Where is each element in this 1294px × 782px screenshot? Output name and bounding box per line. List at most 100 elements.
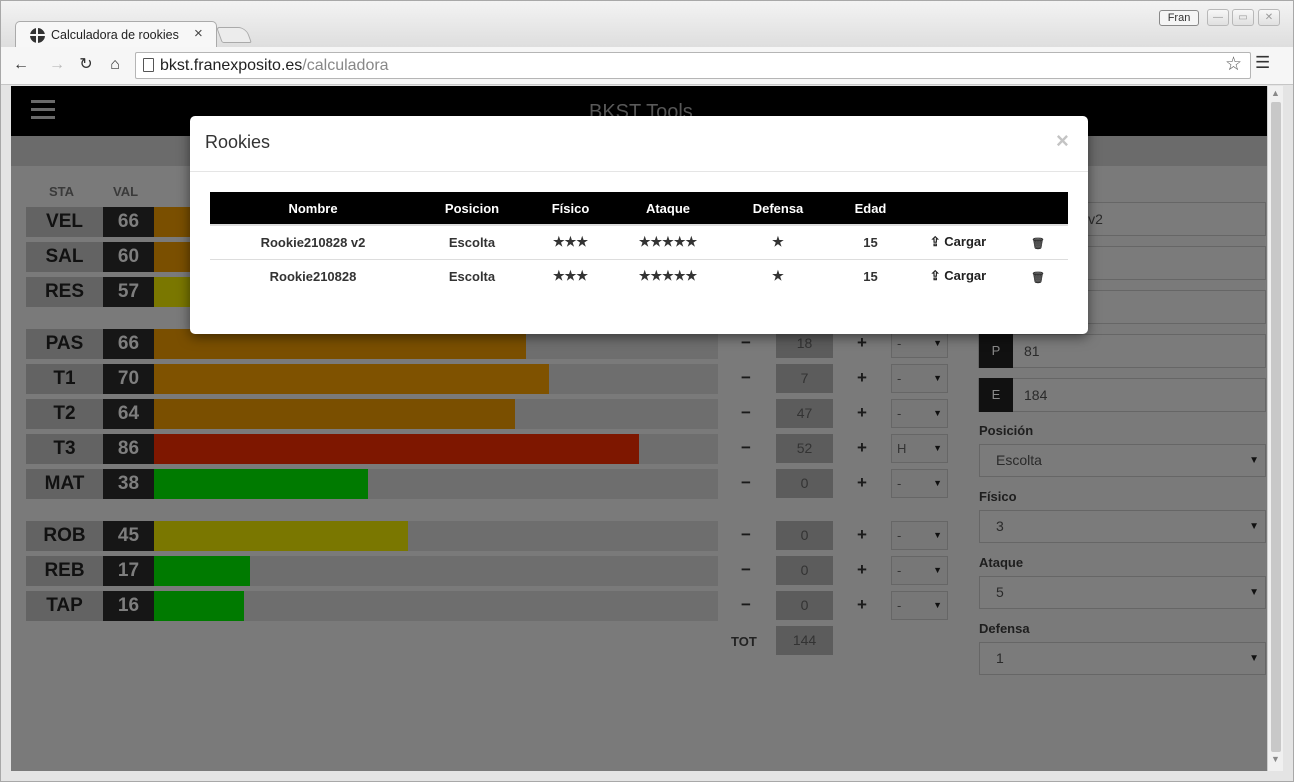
- stat-value: 70: [103, 364, 154, 394]
- plus-button[interactable]: +: [852, 438, 872, 458]
- plus-button[interactable]: +: [852, 595, 872, 615]
- bookmark-star-icon[interactable]: ☆: [1225, 53, 1242, 76]
- tab-close-button[interactable]: ×: [194, 25, 203, 42]
- modifier-select[interactable]: - ▼: [891, 399, 948, 428]
- caret-down-icon: ▼: [933, 408, 942, 418]
- upload-icon: ⇪: [929, 268, 945, 284]
- ataque-select[interactable]: 5 ▼: [979, 576, 1266, 609]
- plus-button[interactable]: +: [852, 368, 872, 388]
- plus-button[interactable]: +: [852, 333, 872, 353]
- stat-value: 86: [103, 434, 154, 464]
- points-value: 47: [776, 399, 833, 428]
- stat-value: 17: [103, 556, 154, 586]
- scroll-thumb[interactable]: [1271, 102, 1281, 752]
- fisico-label: Físico: [979, 489, 1017, 504]
- rookie-edad: 15: [833, 258, 908, 293]
- stat-bar: [154, 399, 718, 429]
- profile-button[interactable]: Fran: [1159, 10, 1199, 26]
- stat-bar-fill: [154, 469, 368, 499]
- posicion-label: Posición: [979, 423, 1034, 438]
- fisico-select[interactable]: 3 ▼: [979, 510, 1266, 543]
- plus-button[interactable]: +: [852, 560, 872, 580]
- rookie-edad: 15: [833, 224, 908, 259]
- stat-bar-fill: [154, 434, 639, 464]
- rookie-ataque-stars: ★★★★★: [613, 224, 723, 259]
- modifier-select[interactable]: - ▼: [891, 591, 948, 620]
- p-input[interactable]: 81: [978, 334, 1266, 368]
- col-posicion: Posicion: [416, 192, 528, 225]
- plus-button[interactable]: +: [852, 473, 872, 493]
- load-cell: ⇪ Cargar: [908, 224, 1008, 259]
- url-path: /calculadora: [302, 57, 389, 74]
- caret-down-icon: ▼: [933, 565, 942, 575]
- modifier-select[interactable]: - ▼: [891, 521, 948, 550]
- header-sta: STA: [49, 184, 75, 199]
- minus-button[interactable]: −: [736, 473, 756, 493]
- load-button[interactable]: ⇪ Cargar: [930, 234, 986, 249]
- header-val: VAL: [113, 184, 139, 199]
- hamburger-menu-icon[interactable]: [31, 100, 55, 120]
- minus-button[interactable]: −: [736, 333, 756, 353]
- caret-down-icon: ▼: [933, 338, 942, 348]
- stat-row-t2: T2 64: [26, 399, 718, 429]
- delete-cell: 🗑: [1008, 224, 1068, 259]
- caret-down-icon: ▼: [933, 373, 942, 383]
- modal-close-button[interactable]: ×: [1056, 128, 1069, 154]
- points-value: 0: [776, 556, 833, 585]
- forward-arrow-icon[interactable]: →: [45, 53, 69, 77]
- scroll-down-icon[interactable]: ▼: [1271, 754, 1280, 764]
- rookie-name: Rookie210828 v2: [210, 224, 416, 259]
- col-delete: [1008, 192, 1068, 225]
- browser-tab[interactable]: Calculadora de rookies ×: [15, 21, 217, 48]
- total-label: TOT: [731, 634, 757, 649]
- trash-icon[interactable]: 🗑: [1031, 272, 1045, 284]
- minus-button[interactable]: −: [736, 438, 756, 458]
- address-bar[interactable]: bkst.franexposito.es/calculadora: [135, 52, 1251, 79]
- stat-name: SAL: [26, 242, 103, 272]
- browser-menu-icon[interactable]: ☰: [1255, 53, 1270, 73]
- plus-button[interactable]: +: [852, 525, 872, 545]
- stat-name: TAP: [26, 591, 103, 621]
- minus-button[interactable]: −: [736, 525, 756, 545]
- stat-name: REB: [26, 556, 103, 586]
- col-nombre: Nombre: [210, 192, 416, 225]
- modifier-select[interactable]: - ▼: [891, 556, 948, 585]
- maximize-button[interactable]: ▭: [1232, 9, 1254, 26]
- modifier-select[interactable]: - ▼: [891, 364, 948, 393]
- scroll-up-icon[interactable]: ▲: [1271, 88, 1280, 98]
- total-value: 144: [776, 626, 833, 655]
- load-button[interactable]: ⇪ Cargar: [930, 268, 986, 283]
- minus-button[interactable]: −: [736, 403, 756, 423]
- defensa-select[interactable]: 1 ▼: [979, 642, 1266, 675]
- home-icon[interactable]: ⌂: [103, 53, 127, 77]
- stat-row-reb: REB 17: [26, 556, 718, 586]
- stat-name: T2: [26, 399, 103, 429]
- stat-row-rob: ROB 45: [26, 521, 718, 551]
- back-arrow-icon[interactable]: ←: [9, 53, 33, 77]
- minus-button[interactable]: −: [736, 595, 756, 615]
- modifier-select[interactable]: - ▼: [891, 469, 948, 498]
- plus-button[interactable]: +: [852, 403, 872, 423]
- new-tab-button[interactable]: [216, 27, 252, 43]
- e-input[interactable]: 184: [978, 378, 1266, 412]
- minus-button[interactable]: −: [736, 560, 756, 580]
- stat-bar: [154, 469, 718, 499]
- rookies-modal: Rookies × Nombre Posicion Físico Ataque …: [190, 116, 1088, 334]
- minimize-button[interactable]: —: [1207, 9, 1229, 26]
- stat-name: MAT: [26, 469, 103, 499]
- page-scrollbar[interactable]: ▲ ▼: [1267, 86, 1283, 771]
- ataque-label: Ataque: [979, 555, 1024, 570]
- caret-down-icon: ▼: [933, 443, 942, 453]
- stat-value: 16: [103, 591, 154, 621]
- page-viewport: BKST Tools STA VAL VEL 66 SAL 60 RES 57 …: [11, 86, 1283, 771]
- reload-icon[interactable]: ↻: [74, 53, 98, 77]
- trash-icon[interactable]: 🗑: [1031, 238, 1045, 250]
- stat-bar-fill: [154, 591, 244, 621]
- rookie-ataque-stars: ★★★★★: [613, 258, 723, 293]
- close-window-button[interactable]: ✕: [1258, 9, 1280, 26]
- basketball-icon: [30, 28, 45, 43]
- minus-button[interactable]: −: [736, 368, 756, 388]
- modifier-select[interactable]: H ▼: [891, 434, 948, 463]
- posicion-select[interactable]: Escolta ▼: [979, 444, 1266, 477]
- page-icon: [143, 58, 154, 72]
